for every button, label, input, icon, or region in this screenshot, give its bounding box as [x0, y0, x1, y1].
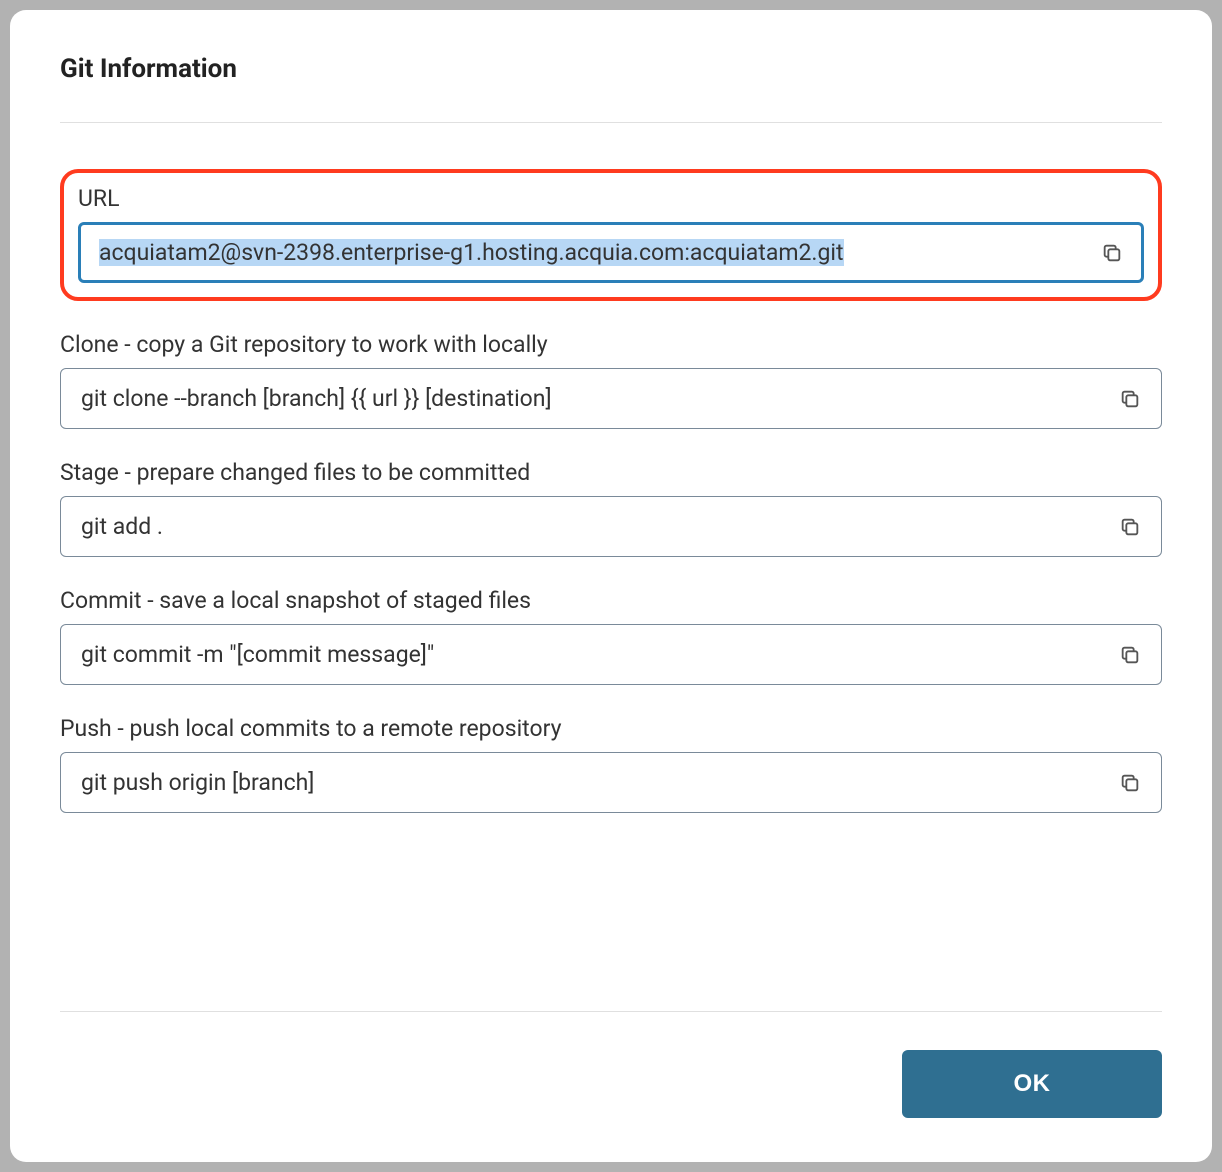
url-highlight-box: URL acquiatam2@svn-2398.enterprise-g1.ho… [60, 169, 1162, 301]
push-value: git push origin [branch] [81, 769, 314, 796]
clone-group: Clone - copy a Git repository to work wi… [60, 331, 1162, 429]
modal-footer: OK [60, 1050, 1162, 1118]
url-value: acquiatam2@svn-2398.enterprise-g1.hostin… [99, 239, 844, 266]
modal-title: Git Information [60, 54, 1162, 84]
copy-icon[interactable] [1119, 772, 1141, 794]
stage-group: Stage - prepare changed files to be comm… [60, 459, 1162, 557]
clone-label: Clone - copy a Git repository to work wi… [60, 331, 1162, 358]
push-group: Push - push local commits to a remote re… [60, 715, 1162, 813]
stage-label: Stage - prepare changed files to be comm… [60, 459, 1162, 486]
stage-value: git add . [81, 513, 163, 540]
commit-label: Commit - save a local snapshot of staged… [60, 587, 1162, 614]
commit-group: Commit - save a local snapshot of staged… [60, 587, 1162, 685]
push-label: Push - push local commits to a remote re… [60, 715, 1162, 742]
footer-divider [60, 1011, 1162, 1012]
commit-value: git commit -m "[commit message]" [81, 641, 434, 668]
clone-value: git clone --branch [branch] {{ url }} [d… [81, 385, 552, 412]
clone-field[interactable]: git clone --branch [branch] {{ url }} [d… [60, 368, 1162, 429]
push-field[interactable]: git push origin [branch] [60, 752, 1162, 813]
copy-icon[interactable] [1119, 644, 1141, 666]
commit-field[interactable]: git commit -m "[commit message]" [60, 624, 1162, 685]
url-label: URL [78, 185, 1144, 212]
git-information-modal: Git Information URL acquiatam2@svn-2398.… [10, 10, 1212, 1162]
stage-field[interactable]: git add . [60, 496, 1162, 557]
ok-button[interactable]: OK [902, 1050, 1162, 1118]
url-field[interactable]: acquiatam2@svn-2398.enterprise-g1.hostin… [78, 222, 1144, 283]
copy-icon[interactable] [1101, 242, 1123, 264]
copy-icon[interactable] [1119, 516, 1141, 538]
copy-icon[interactable] [1119, 388, 1141, 410]
divider [60, 122, 1162, 123]
